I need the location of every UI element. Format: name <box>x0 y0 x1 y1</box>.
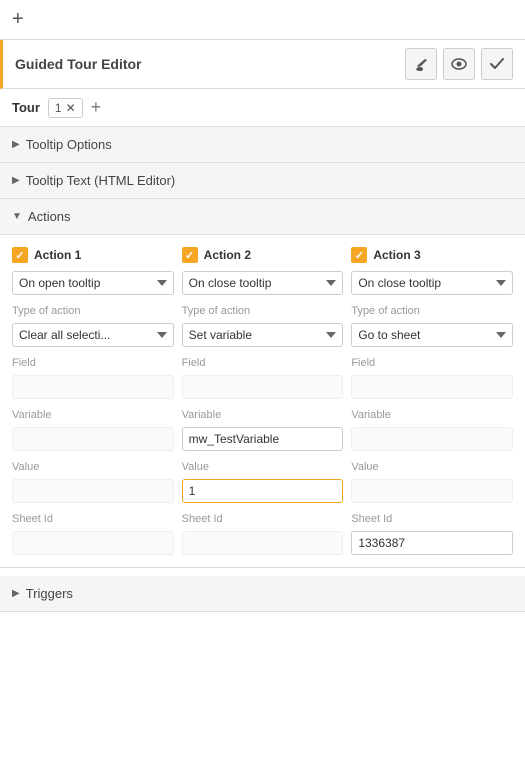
action-2-value-input[interactable] <box>182 479 344 503</box>
action-2-header: ✓ Action 2 <box>182 247 344 263</box>
confirm-button[interactable] <box>481 48 513 80</box>
tour-tab-bar: Tour 1 ✕ + <box>0 89 525 127</box>
actions-arrow: ▼ <box>12 211 22 222</box>
tour-label: Tour <box>12 100 40 115</box>
tooltip-text-arrow: ▶ <box>12 175 20 186</box>
action-1-value-input[interactable] <box>12 479 174 503</box>
action-1-header: ✓ Action 1 <box>12 247 174 263</box>
action-1-trigger-select[interactable]: On open tooltip On close tooltip <box>12 271 174 295</box>
paintbrush-icon <box>414 57 428 71</box>
actions-section: ✓ Action 1 On open tooltip On close tool… <box>0 235 525 568</box>
action-3-trigger-select[interactable]: On open tooltip On close tooltip <box>351 271 513 295</box>
action-3-header: ✓ Action 3 <box>351 247 513 263</box>
checkmark-icon <box>490 58 504 70</box>
header-icons <box>405 48 513 80</box>
action-2-field-label: Field <box>182 357 344 369</box>
action-1-sheet-id-label: Sheet Id <box>12 513 174 525</box>
action-2-variable-input[interactable] <box>182 427 344 451</box>
action-1-value-label: Value <box>12 461 174 473</box>
action-2-type-select[interactable]: Clear all selecti... Set variable Go to … <box>182 323 344 347</box>
action-1-field-input[interactable] <box>12 375 174 399</box>
tooltip-options-section[interactable]: ▶ Tooltip Options <box>0 127 525 163</box>
tooltip-options-arrow: ▶ <box>12 139 20 150</box>
actions-section-header[interactable]: ▼ Actions <box>0 199 525 235</box>
tour-tab-1[interactable]: 1 ✕ <box>48 98 83 118</box>
action-2-value-label: Value <box>182 461 344 473</box>
paintbrush-button[interactable] <box>405 48 437 80</box>
action-3-type-label: Type of action <box>351 305 513 317</box>
triggers-section[interactable]: ▶ Triggers <box>0 576 525 612</box>
action-3-type-select[interactable]: Clear all selecti... Set variable Go to … <box>351 323 513 347</box>
actions-grid: ✓ Action 1 On open tooltip On close tool… <box>12 247 513 555</box>
action-2-trigger-select[interactable]: On open tooltip On close tooltip <box>182 271 344 295</box>
action-3-value-input[interactable] <box>351 479 513 503</box>
action-3-value-label: Value <box>351 461 513 473</box>
tour-tab-number: 1 <box>55 101 62 115</box>
action-1-name: Action 1 <box>34 248 81 262</box>
action-1-variable-input[interactable] <box>12 427 174 451</box>
action-1-checkbox[interactable]: ✓ <box>12 247 28 263</box>
preview-button[interactable] <box>443 48 475 80</box>
action-3-variable-input[interactable] <box>351 427 513 451</box>
action-2-field-input[interactable] <box>182 375 344 399</box>
action-2-checkbox[interactable]: ✓ <box>182 247 198 263</box>
action-1-variable-label: Variable <box>12 409 174 421</box>
action-1-field-label: Field <box>12 357 174 369</box>
action-2-name: Action 2 <box>204 248 251 262</box>
add-tour-tab-button[interactable]: + <box>91 97 102 118</box>
tour-tab-close[interactable]: ✕ <box>66 101 76 115</box>
editor-header: Guided Tour Editor <box>0 40 525 89</box>
actions-label: Actions <box>28 209 71 224</box>
action-3-field-input[interactable] <box>351 375 513 399</box>
action-1-type-label: Type of action <box>12 305 174 317</box>
action-3-variable-label: Variable <box>351 409 513 421</box>
eye-icon <box>451 58 467 70</box>
action-2-sheet-id-label: Sheet Id <box>182 513 344 525</box>
action-3-field-label: Field <box>351 357 513 369</box>
action-3-checkbox[interactable]: ✓ <box>351 247 367 263</box>
action-2-sheet-id-input[interactable] <box>182 531 344 555</box>
triggers-arrow: ▶ <box>12 588 20 599</box>
action-3-sheet-id-label: Sheet Id <box>351 513 513 525</box>
action-2-col: ✓ Action 2 On open tooltip On close tool… <box>182 247 344 555</box>
action-3-name: Action 3 <box>373 248 420 262</box>
top-bar: + <box>0 0 525 40</box>
action-1-type-select[interactable]: Clear all selecti... Set variable Go to … <box>12 323 174 347</box>
triggers-label: Triggers <box>26 586 73 601</box>
action-2-type-label: Type of action <box>182 305 344 317</box>
tooltip-text-label: Tooltip Text (HTML Editor) <box>26 173 176 188</box>
action-3-col: ✓ Action 3 On open tooltip On close tool… <box>351 247 513 555</box>
action-2-variable-label: Variable <box>182 409 344 421</box>
add-icon[interactable]: + <box>12 8 24 31</box>
editor-title: Guided Tour Editor <box>15 56 142 72</box>
tooltip-options-label: Tooltip Options <box>26 137 112 152</box>
action-1-sheet-id-input[interactable] <box>12 531 174 555</box>
action-3-sheet-id-input[interactable] <box>351 531 513 555</box>
action-1-col: ✓ Action 1 On open tooltip On close tool… <box>12 247 174 555</box>
tooltip-text-section[interactable]: ▶ Tooltip Text (HTML Editor) <box>0 163 525 199</box>
